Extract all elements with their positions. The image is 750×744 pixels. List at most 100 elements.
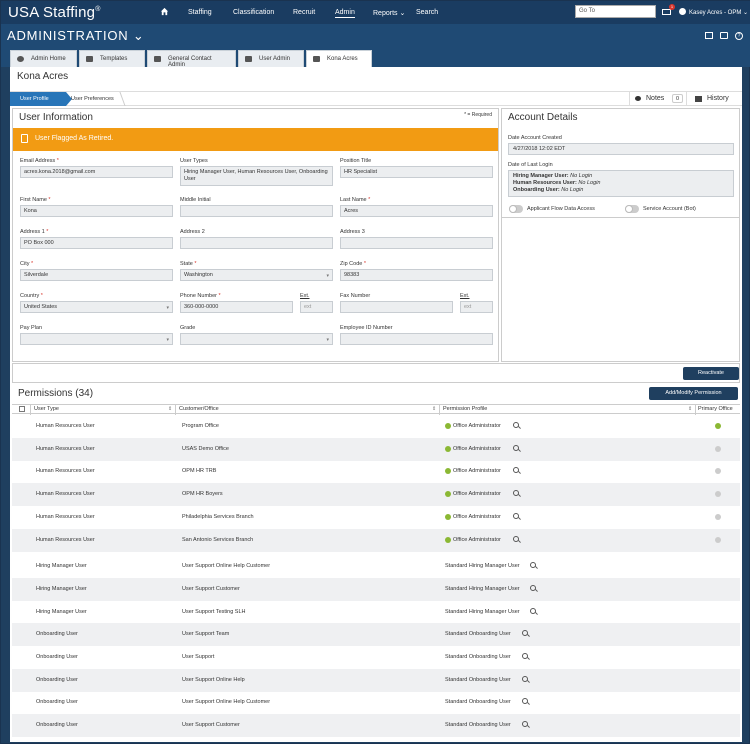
cell-permission-profile: Office Administrator	[453, 445, 501, 452]
first-name-field[interactable]: Kona	[20, 205, 173, 217]
search-icon[interactable]	[513, 467, 519, 474]
nav-admin[interactable]: Admin	[335, 9, 355, 18]
table-row[interactable]: Human Resources User Program Office Office…	[12, 415, 740, 438]
address2-field[interactable]	[180, 237, 333, 249]
puzzle-icon	[86, 56, 93, 62]
subnav-user-preferences[interactable]: User Preferences	[71, 96, 114, 102]
phone-ext-field[interactable]: ext	[300, 301, 333, 313]
address1-field[interactable]: PO Box 000	[20, 237, 173, 249]
tab-general-contact-admin[interactable]: General Contact Admin	[147, 50, 236, 68]
search-icon[interactable]	[513, 422, 519, 428]
primary-office-check-icon[interactable]	[715, 423, 721, 429]
notes-button[interactable]: Notes 0	[629, 92, 686, 106]
mail-icon[interactable]	[662, 9, 671, 15]
nav-classification[interactable]: Classification	[233, 9, 274, 16]
table-row[interactable]: Hiring Manager User User Support Customer…	[12, 577, 740, 601]
select-all-checkbox[interactable]	[19, 406, 25, 412]
city-field[interactable]: Silverdale	[20, 269, 173, 281]
primary-office-unchecked-icon[interactable]	[715, 491, 721, 498]
search-icon[interactable]	[522, 675, 528, 682]
sort-icon[interactable]: ⇕	[688, 406, 692, 412]
primary-office-unchecked-icon[interactable]	[715, 536, 721, 543]
cell-permission-profile: Office Administrator	[453, 423, 501, 429]
table-row[interactable]: Human Resources User OPM HR TRB Office Adm…	[12, 460, 740, 483]
zip-field[interactable]: 98383	[340, 269, 493, 281]
address3-field[interactable]	[340, 237, 493, 249]
fax-field[interactable]	[340, 301, 453, 313]
column-customer-office[interactable]: Customer/Office	[179, 406, 219, 415]
table-row[interactable]: Onboarding User User Support Customer Stan…	[12, 714, 740, 738]
table-row[interactable]: Onboarding User User Support Team Standard…	[12, 623, 740, 647]
table-row[interactable]: Onboarding User User Support Standard Onbo…	[12, 646, 740, 669]
cell-permission-profile: Standard Hiring Manager User	[445, 585, 520, 592]
service-account-toggle[interactable]	[625, 205, 639, 213]
nav-staffing[interactable]: Staffing	[188, 9, 212, 16]
search-icon[interactable]	[530, 607, 536, 614]
middle-initial-field[interactable]	[180, 205, 333, 217]
table-row[interactable]: Human Resources User USAS Demo Office Offi…	[12, 437, 740, 461]
employee-id-field[interactable]	[340, 333, 493, 345]
history-label: History	[707, 95, 729, 102]
help-icon[interactable]: ?	[735, 32, 743, 40]
search-icon[interactable]	[513, 444, 519, 451]
subnav-user-profile[interactable]: User Profile	[10, 92, 72, 106]
cell-user-type: Human Resources User	[36, 423, 95, 429]
primary-office-unchecked-icon[interactable]	[715, 513, 721, 520]
last-name-field[interactable]: Acres	[340, 205, 493, 217]
country-select[interactable]: United States ▾	[20, 301, 173, 313]
search-icon[interactable]	[513, 512, 519, 519]
last-login-label: Date of Last Login	[508, 162, 553, 168]
inbox-icon[interactable]	[705, 32, 713, 39]
contact-icon	[154, 56, 161, 62]
phone-label: Phone Number *	[180, 293, 221, 299]
search-icon[interactable]	[522, 630, 528, 637]
applicant-flow-toggle[interactable]	[509, 205, 523, 213]
search-icon[interactable]	[522, 698, 528, 705]
table-row[interactable]: Hiring Manager User User Support Online H…	[12, 555, 740, 578]
tab-admin-home[interactable]: Admin Home	[10, 50, 77, 67]
fax-ext-field[interactable]: ext	[460, 301, 493, 313]
search-icon[interactable]	[530, 584, 536, 591]
tab-templates[interactable]: Templates	[79, 50, 145, 67]
primary-office-unchecked-icon[interactable]	[715, 468, 721, 475]
user-menu[interactable]: Kasey Acres - OPM ⌄	[689, 9, 748, 16]
email-field[interactable]: acres.kona.2018@gmail.com	[20, 166, 173, 178]
chat-icon[interactable]	[720, 32, 728, 39]
sort-icon[interactable]: ⇕	[432, 406, 436, 412]
reactivate-bar: Reactivate	[12, 363, 740, 383]
goto-input[interactable]: Go To	[575, 5, 656, 18]
search-icon[interactable]	[513, 535, 519, 542]
state-select[interactable]: Washington ▾	[180, 269, 333, 281]
table-row[interactable]: Human Resources User Philadelphia Service…	[12, 506, 740, 529]
nav-reports[interactable]: Reports ⌄	[373, 9, 405, 17]
home-icon[interactable]	[160, 7, 169, 16]
app-logo[interactable]: USA Staffing®	[8, 4, 101, 21]
column-divider	[175, 405, 176, 415]
phone-field[interactable]: 360-000-0000	[180, 301, 293, 313]
search-icon[interactable]	[522, 721, 528, 728]
pay-plan-select[interactable]: ▾	[20, 333, 173, 345]
add-modify-permission-button[interactable]: Add/Modify Permission	[649, 387, 738, 400]
history-button[interactable]: History	[686, 92, 742, 106]
tab-kona-acres[interactable]: Kona Acres	[306, 50, 372, 67]
reactivate-button[interactable]: Reactivate	[683, 367, 739, 380]
sort-icon[interactable]: ⇕	[168, 406, 172, 412]
table-row[interactable]: Onboarding User User Support Online Help …	[12, 691, 740, 714]
cell-permission-profile: Standard Onboarding User	[445, 722, 511, 729]
position-title-field[interactable]: HR Specialist	[340, 166, 493, 178]
search-icon[interactable]	[530, 562, 536, 569]
column-permission-profile[interactable]: Permission Profile	[443, 406, 487, 415]
nav-recruit[interactable]: Recruit	[293, 9, 315, 16]
search-icon[interactable]	[522, 653, 528, 659]
search-icon[interactable]	[513, 490, 519, 497]
primary-office-unchecked-icon[interactable]	[715, 445, 721, 452]
table-row[interactable]: Human Resources User OPM HR Boyers Office …	[12, 483, 740, 507]
tab-user-admin[interactable]: User Admin	[238, 50, 304, 67]
table-row[interactable]: Human Resources User San Antonio Services…	[12, 528, 740, 552]
admin-menu-title[interactable]: ADMINISTRATION ⌄	[7, 28, 145, 44]
column-user-type[interactable]: User Type	[34, 406, 59, 415]
grade-select[interactable]: ▾	[180, 333, 333, 345]
nav-search[interactable]: Search	[416, 9, 438, 16]
table-row[interactable]: Onboarding User User Support Online Help S…	[12, 668, 740, 692]
table-row[interactable]: Hiring Manager User User Support Testing …	[12, 601, 740, 624]
